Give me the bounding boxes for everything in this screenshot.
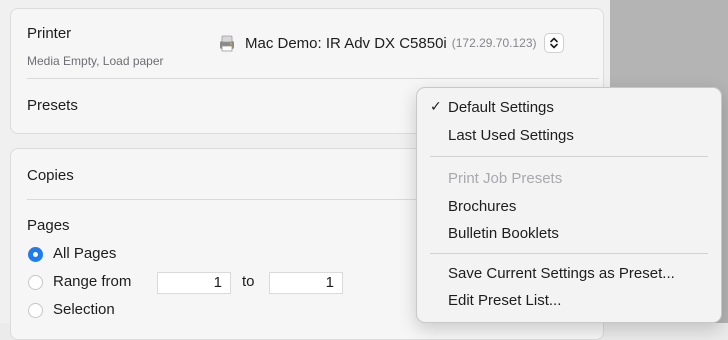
- radio-selection-label[interactable]: Selection: [53, 301, 115, 318]
- radio-all-pages-label[interactable]: All Pages: [53, 245, 116, 262]
- radio-all-pages[interactable]: [28, 247, 43, 262]
- menu-item-brochures[interactable]: Brochures: [448, 198, 516, 215]
- range-from-field[interactable]: 1: [157, 272, 231, 294]
- menu-item-save-preset[interactable]: Save Current Settings as Preset...: [448, 265, 675, 282]
- chevron-up-down-icon[interactable]: [544, 33, 565, 53]
- presets-label: Presets: [27, 97, 78, 114]
- printer-divider: [27, 78, 599, 79]
- menu-separator: [430, 156, 708, 157]
- range-to-label: to: [242, 273, 255, 290]
- pages-label: Pages: [27, 217, 70, 234]
- copies-label: Copies: [27, 167, 74, 184]
- menu-item-default-settings[interactable]: Default Settings: [448, 99, 554, 116]
- menu-separator: [430, 253, 708, 254]
- printer-popup[interactable]: Mac Demo: IR Adv DX C5850i (172.29.70.12…: [217, 33, 565, 53]
- radio-range[interactable]: [28, 275, 43, 290]
- range-to-field[interactable]: 1: [269, 272, 343, 294]
- menu-item-edit-preset-list[interactable]: Edit Preset List...: [448, 292, 561, 309]
- menu-header-print-job-presets: Print Job Presets: [448, 170, 563, 187]
- printer-ip: (172.29.70.123): [451, 36, 537, 50]
- checkmark-icon: ✓: [430, 99, 442, 115]
- printer-label: Printer: [27, 25, 72, 42]
- radio-range-label[interactable]: Range from: [53, 273, 131, 290]
- presets-menu: ✓ Default Settings Last Used Settings Pr…: [416, 87, 722, 323]
- printer-icon: [217, 33, 237, 53]
- printer-status: Media Empty, Load paper: [27, 54, 164, 68]
- radio-selection[interactable]: [28, 303, 43, 318]
- printer-name: Mac Demo: IR Adv DX C5850i: [245, 34, 447, 52]
- menu-item-last-used-settings[interactable]: Last Used Settings: [448, 127, 574, 144]
- menu-item-bulletin-booklets[interactable]: Bulletin Booklets: [448, 225, 559, 242]
